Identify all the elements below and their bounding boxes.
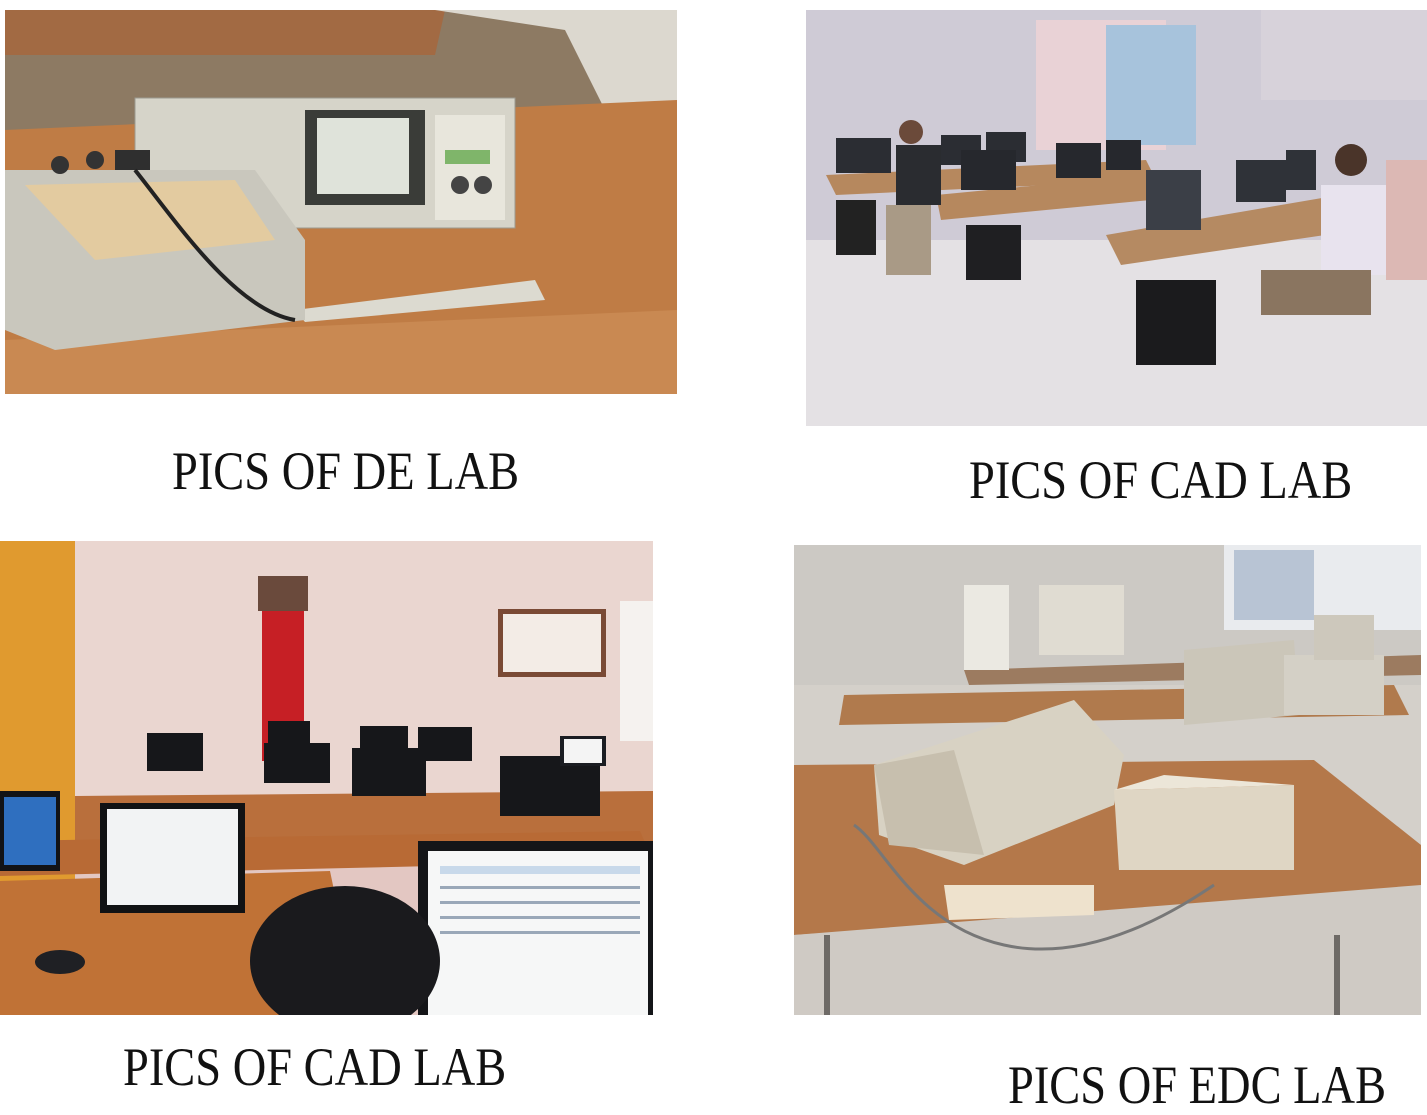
- edc-lab-caption: PICS OF EDC LAB: [1008, 1055, 1387, 1115]
- cad-lab-monitors-photo: [0, 541, 653, 1015]
- de-lab-photo: [5, 10, 677, 394]
- cad-lab-caption: PICS OF CAD LAB: [969, 450, 1353, 510]
- cad-lab-students-photo: [806, 10, 1427, 426]
- edc-lab-photo: [794, 545, 1421, 1015]
- de-lab-caption: PICS OF DE LAB: [172, 441, 520, 501]
- cad-lab-caption-2: PICS OF CAD LAB: [123, 1037, 507, 1097]
